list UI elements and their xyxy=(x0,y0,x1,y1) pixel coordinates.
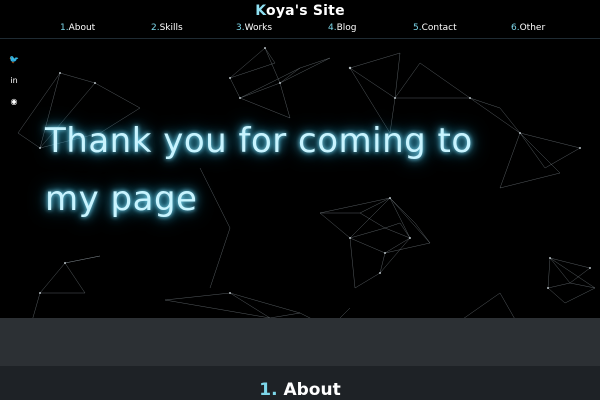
nav-item-skills[interactable]: 2.Skills xyxy=(151,23,183,33)
about-title: About xyxy=(283,380,341,400)
nav-item-other[interactable]: 6.Other xyxy=(511,23,545,33)
nav-label: Skills xyxy=(159,23,183,33)
about-section: 1. About xyxy=(0,366,600,400)
nav-item-blog[interactable]: 4.Blog xyxy=(328,23,357,33)
nav-label: Other xyxy=(519,23,546,33)
site-header: Koya's Site 1.About 2.Skills 3.Works 4.B… xyxy=(0,0,600,39)
nav-number: 6. xyxy=(511,23,520,33)
twitter-icon[interactable]: 🐦 xyxy=(8,54,20,66)
nav-label: Contact xyxy=(421,23,457,33)
main-nav: 1.About 2.Skills 3.Works 4.Blog 5.Contac… xyxy=(0,23,600,37)
nav-label: About xyxy=(68,23,96,33)
linkedin-icon[interactable]: in xyxy=(8,75,20,87)
nav-label: Blog xyxy=(336,23,357,33)
site-title-initial: K xyxy=(255,3,267,19)
hero-line-2: my page xyxy=(45,179,198,219)
site-title[interactable]: Koya's Site xyxy=(0,3,600,19)
nav-item-works[interactable]: 3.Works xyxy=(236,23,272,33)
site-title-rest: oya's Site xyxy=(266,3,345,19)
nav-number: 5. xyxy=(413,23,422,33)
nav-number: 2. xyxy=(151,23,160,33)
nav-number: 3. xyxy=(236,23,245,33)
nav-number: 1. xyxy=(60,23,69,33)
hero-line-1: Thank you for coming to xyxy=(45,121,473,161)
social-links: 🐦 in ◉ xyxy=(8,54,24,117)
about-number: 1. xyxy=(259,380,278,400)
hero-heading: Thank you for coming to my page xyxy=(45,112,585,228)
nav-item-contact[interactable]: 5.Contact xyxy=(413,23,457,33)
about-heading: 1. About xyxy=(0,380,600,400)
github-icon[interactable]: ◉ xyxy=(8,96,20,108)
nav-number: 4. xyxy=(328,23,337,33)
nav-item-about[interactable]: 1.About xyxy=(60,23,95,33)
section-divider-band xyxy=(0,318,600,366)
nav-label: Works xyxy=(244,23,273,33)
